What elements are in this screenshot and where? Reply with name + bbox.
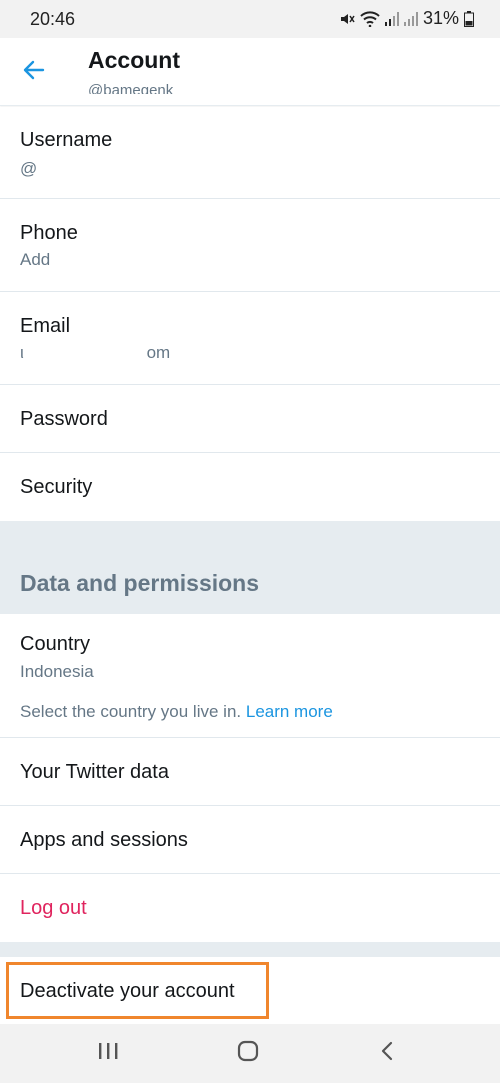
email-value: ι om — [20, 343, 171, 362]
data-permissions-section-header: Data and permissions — [0, 521, 500, 614]
email-label: Email — [20, 315, 71, 337]
country-help-text: Select the country you live in. — [20, 702, 242, 721]
deactivate-account-row[interactable]: Deactivate your account — [0, 957, 500, 1024]
recent-apps-icon — [97, 1041, 119, 1066]
battery-icon — [464, 10, 474, 27]
system-back-button[interactable] — [368, 1036, 408, 1070]
status-bar: 20:46 31% — [0, 0, 500, 38]
security-label: Security — [20, 476, 93, 498]
country-value: Indonesia — [20, 662, 94, 681]
country-row[interactable]: Country Indonesia Select the country you… — [0, 614, 500, 738]
section-title: Data and permissions — [20, 570, 260, 596]
signal-icon — [384, 11, 399, 27]
deactivate-account-label: Deactivate your account — [20, 980, 235, 1002]
learn-more-link[interactable]: Learn more — [246, 702, 333, 721]
home-button[interactable] — [228, 1036, 268, 1070]
username-value: @ — [20, 159, 38, 178]
country-help: Select the country you live in. Learn mo… — [20, 702, 333, 722]
apps-sessions-label: Apps and sessions — [20, 829, 188, 851]
arrow-left-icon — [23, 59, 45, 86]
twitter-data-row[interactable]: Your Twitter data — [0, 738, 500, 806]
security-row[interactable]: Security — [0, 453, 500, 521]
password-label: Password — [20, 408, 108, 430]
twitter-data-label: Your Twitter data — [20, 761, 169, 783]
signal-icon — [403, 11, 418, 27]
username-label: Username — [20, 129, 113, 151]
wifi-icon — [360, 10, 380, 27]
apps-sessions-row[interactable]: Apps and sessions — [0, 806, 500, 874]
phone-row[interactable]: Phone Add — [0, 199, 500, 292]
logout-label: Log out — [20, 897, 87, 919]
status-icons: 31% — [339, 8, 474, 29]
phone-value: Add — [20, 250, 51, 269]
logout-row[interactable]: Log out — [0, 874, 500, 942]
country-label: Country — [20, 633, 91, 655]
page-title: Account — [88, 47, 180, 73]
phone-label: Phone — [20, 222, 78, 244]
system-nav-bar — [0, 1024, 500, 1083]
section-divider — [0, 942, 500, 957]
recent-apps-button[interactable] — [88, 1036, 128, 1070]
account-handle: @bamegenk — [88, 82, 174, 94]
mute-icon — [339, 11, 355, 27]
battery-percent: 31% — [422, 8, 459, 28]
home-icon — [237, 1040, 259, 1067]
status-time: 20:46 — [30, 9, 76, 29]
app-header: Account @bamegenk — [0, 38, 500, 106]
email-row[interactable]: Email ι om — [0, 292, 500, 385]
username-row[interactable]: Username @ — [0, 107, 500, 199]
back-button[interactable] — [14, 54, 54, 90]
back-icon — [378, 1040, 398, 1067]
password-row[interactable]: Password — [0, 385, 500, 453]
